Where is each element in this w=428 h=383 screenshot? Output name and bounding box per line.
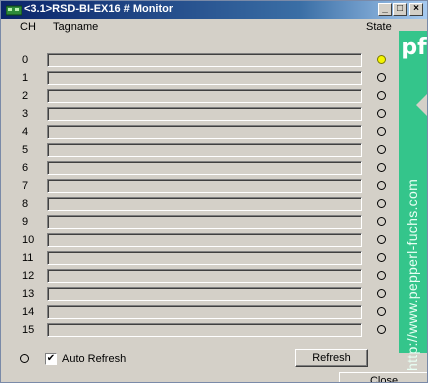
channel-number: 2 [22, 90, 29, 102]
col-header-tagname: Tagname [53, 21, 99, 33]
state-led-icon [377, 307, 386, 316]
channel-number: 15 [22, 324, 35, 336]
state-led-icon [377, 325, 386, 334]
app-icon [6, 5, 22, 16]
tagname-field[interactable] [47, 89, 362, 103]
tagname-field[interactable] [47, 269, 362, 283]
tagname-field[interactable] [47, 143, 362, 157]
state-led-icon [377, 55, 386, 64]
channel-row: 2 [1, 88, 401, 106]
close-window-button[interactable]: × [409, 3, 423, 16]
channel-number: 4 [22, 126, 29, 138]
channel-number: 9 [22, 216, 29, 228]
channel-number: 0 [22, 54, 29, 66]
brand-url: http://www.pepperl-fuchs.com [404, 178, 420, 371]
state-led-icon [377, 145, 386, 154]
close-button[interactable]: Close [339, 372, 427, 382]
state-led-icon [377, 235, 386, 244]
state-led-icon [377, 289, 386, 298]
window-title: <3.1>RSD-BI-EX16 # Monitor [24, 3, 174, 15]
channel-row: 10 [1, 232, 401, 250]
tagname-field[interactable] [47, 323, 362, 337]
status-led [20, 354, 29, 363]
channel-number: 12 [22, 270, 35, 282]
refresh-button[interactable]: Refresh [295, 349, 368, 367]
brand-logo: pf [401, 35, 427, 60]
maximize-button[interactable]: □ [393, 3, 407, 16]
minimize-button[interactable]: _ [378, 3, 392, 16]
channel-row: 6 [1, 160, 401, 178]
channel-number: 7 [22, 180, 29, 192]
channel-number: 14 [22, 306, 35, 318]
col-header-ch: CH [20, 21, 36, 33]
channel-row: 11 [1, 250, 401, 268]
state-led-icon [377, 271, 386, 280]
channel-number: 13 [22, 288, 35, 300]
tagname-field[interactable] [47, 107, 362, 121]
close-icon: × [413, 3, 419, 14]
channel-row: 12 [1, 268, 401, 286]
channel-number: 5 [22, 144, 29, 156]
state-led-icon [377, 127, 386, 136]
state-led-icon [377, 73, 386, 82]
channel-row: 14 [1, 304, 401, 322]
state-led-icon [377, 163, 386, 172]
channel-row: 0 [1, 52, 401, 70]
channel-number: 3 [22, 108, 29, 120]
tagname-field[interactable] [47, 179, 362, 193]
tagname-field[interactable] [47, 161, 362, 175]
state-led-icon [377, 91, 386, 100]
col-header-state: State [366, 21, 392, 33]
monitor-window: <3.1>RSD-BI-EX16 # Monitor _ □ × CH Tagn… [0, 0, 428, 383]
tagname-field[interactable] [47, 53, 362, 67]
channel-number: 6 [22, 162, 29, 174]
tagname-field[interactable] [47, 233, 362, 247]
state-led-icon [377, 109, 386, 118]
auto-refresh-label: Auto Refresh [62, 353, 127, 365]
channel-number: 11 [22, 252, 34, 264]
tagname-field[interactable] [47, 197, 362, 211]
channel-number: 10 [22, 234, 35, 246]
state-led-icon [377, 253, 386, 262]
tagname-field[interactable] [47, 251, 362, 265]
channel-row: 13 [1, 286, 401, 304]
channel-row: 4 [1, 124, 401, 142]
channel-row: 7 [1, 178, 401, 196]
tagname-field[interactable] [47, 287, 362, 301]
channel-number: 8 [22, 198, 29, 210]
minimize-icon: _ [382, 3, 388, 14]
channel-row: 3 [1, 106, 401, 124]
channel-row: 15 [1, 322, 401, 340]
channel-row: 8 [1, 196, 401, 214]
checkmark-icon: ✔ [46, 353, 56, 364]
maximize-icon: □ [396, 3, 404, 14]
auto-refresh-checkbox[interactable]: ✔ [45, 353, 57, 365]
collapse-arrow-icon[interactable] [416, 93, 427, 117]
state-led-icon [377, 181, 386, 190]
title-bar[interactable]: <3.1>RSD-BI-EX16 # Monitor _ □ × [1, 1, 427, 19]
state-led-icon [377, 199, 386, 208]
state-led-icon [377, 217, 386, 226]
tagname-field[interactable] [47, 215, 362, 229]
channel-row: 5 [1, 142, 401, 160]
tagname-field[interactable] [47, 125, 362, 139]
brand-sidebar: pf http://www.pepperl-fuchs.com [399, 31, 427, 371]
channel-row: 9 [1, 214, 401, 232]
channel-row: 1 [1, 70, 401, 88]
tagname-field[interactable] [47, 71, 362, 85]
channel-number: 1 [22, 72, 29, 84]
tagname-field[interactable] [47, 305, 362, 319]
